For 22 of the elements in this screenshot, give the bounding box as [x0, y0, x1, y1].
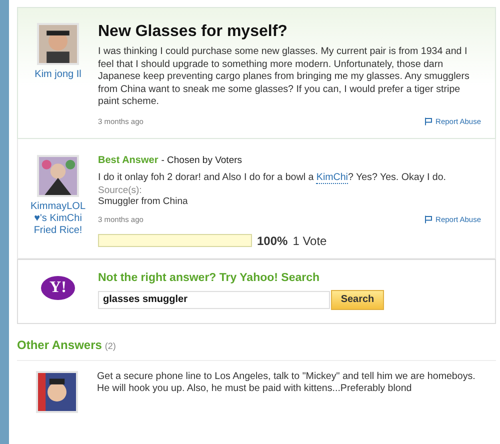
answer-count: (2): [104, 340, 116, 350]
vote-count: 1 Vote: [292, 234, 327, 248]
source-text: Smuggler from China: [98, 196, 189, 206]
yahoo-logo: Y!: [41, 276, 75, 300]
sources-label: Source(s):: [98, 184, 143, 196]
search-prompt: Not the right answer? Try Yahoo! Search: [98, 272, 321, 284]
search-button[interactable]: Search: [331, 290, 384, 310]
asker-name[interactable]: Kim jong Il: [28, 69, 88, 81]
question-title: New Glasses for myself?: [98, 23, 288, 41]
search-field[interactable]: glasses smuggler: [98, 290, 330, 308]
flag-icon: [424, 214, 433, 224]
best-answer-label: Best Answer: [98, 154, 158, 166]
flag-icon: [424, 116, 433, 126]
answer-text: I do it onlay foh 2 dorar! and Also I do for a bowl a: [98, 172, 314, 182]
answer-text: Get a secure phone line to Los Angeles, talk to "Mickey" and tell him we are homeboys. He will hook you up. Also, he must be paid with kittens...Preferably blond: [97, 370, 476, 396]
kimchi-link[interactable]: KimChi: [316, 172, 348, 184]
chosen-by-label: - Chosen by Voters: [161, 154, 242, 166]
question-body: I was thinking I could purchase some new glasses. My current pair is from 1934 and I feel that I should upgrade to something more modern. Unfortunately, those darn Japanese keep preventing cargo planes from bringing me my glasses. Any smugglers from China want to sneak me some glasses? If you can, I would prefer a tiger stripe paint scheme.: [98, 46, 470, 108]
answerer-name[interactable]: KimmayLOL ♥'s KimChi Fried Rice!: [28, 200, 88, 236]
vote-percent: 100%: [257, 234, 288, 248]
other-answers-heading: Other Answers: [17, 338, 102, 352]
answer-text: ? Yes? Yes. Okay I do.: [348, 172, 446, 182]
